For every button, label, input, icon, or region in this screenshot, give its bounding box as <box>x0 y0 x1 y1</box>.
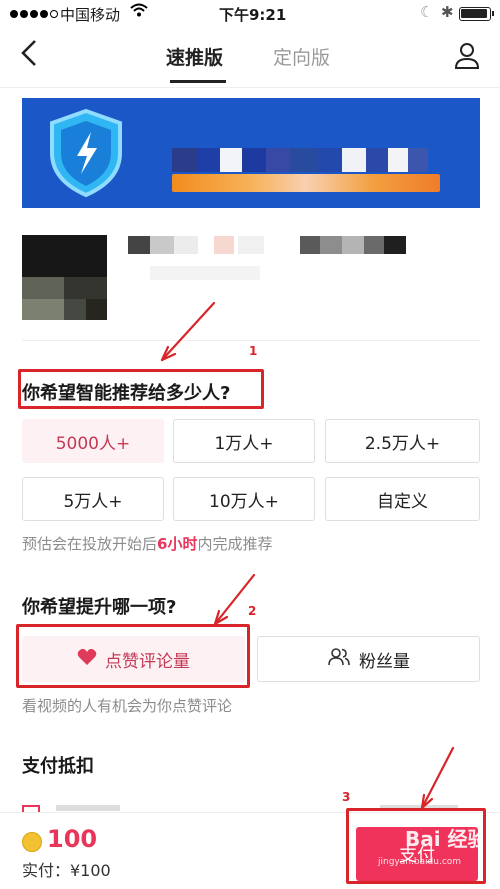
annotation-arrows <box>160 301 455 810</box>
page: 中国移动 下午9:21 ☾ ✱ 速推版 定向版 你希望智能推荐给多少人? 500… <box>0 0 500 889</box>
